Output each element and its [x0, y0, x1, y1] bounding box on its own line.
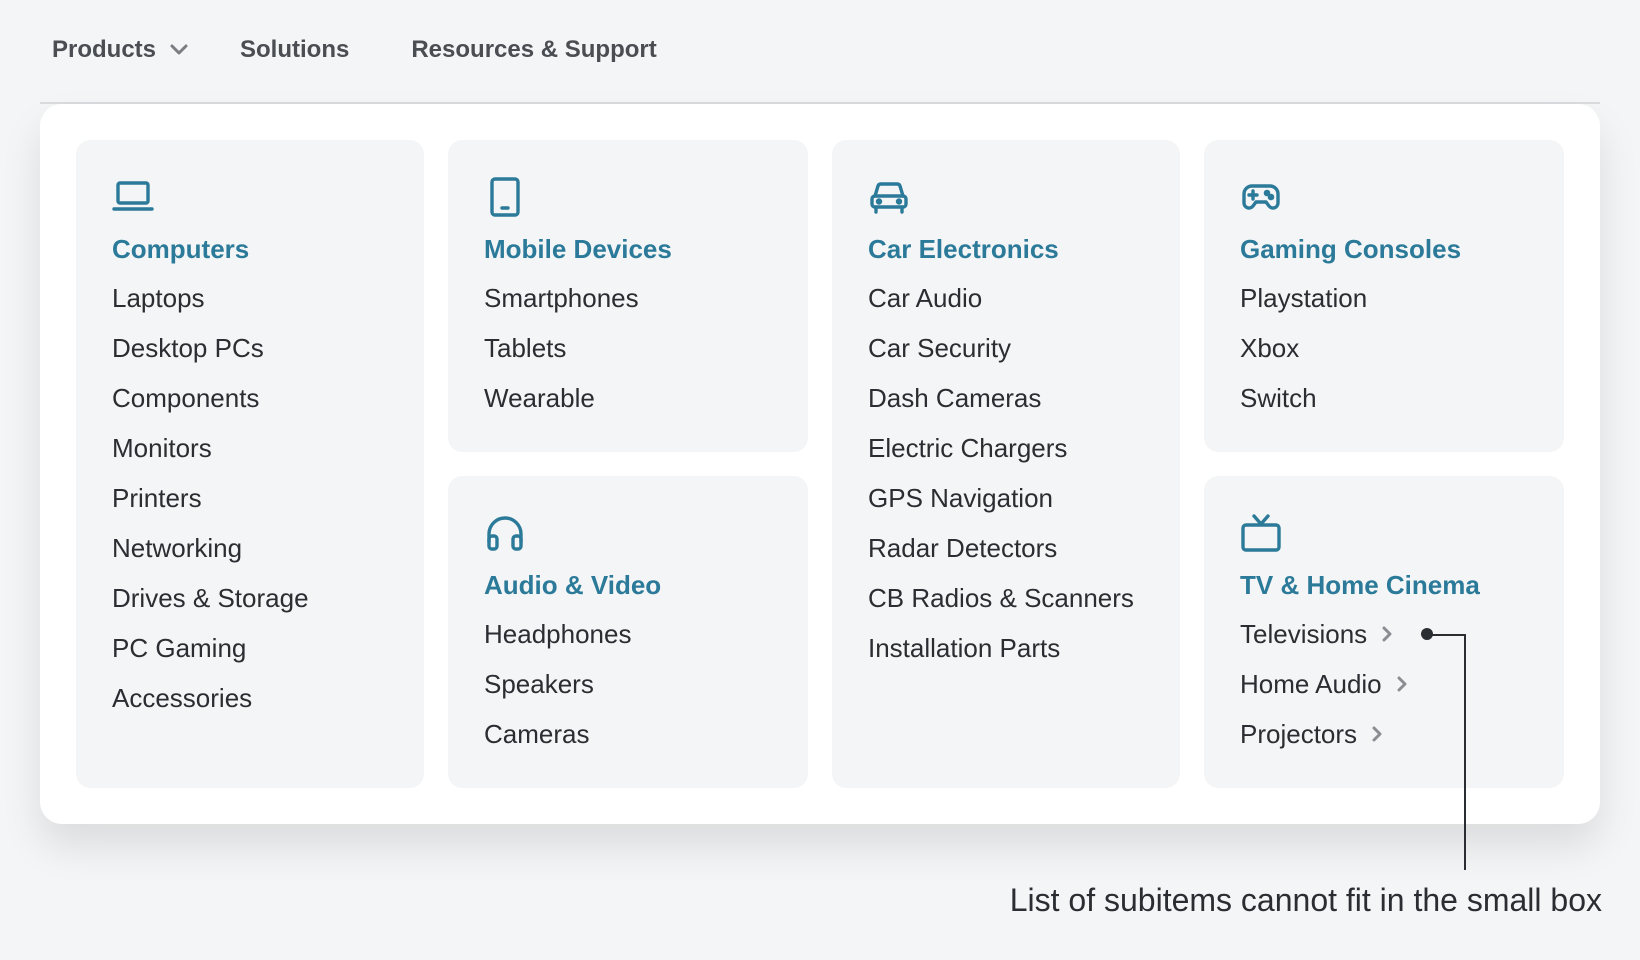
nav-solutions-label: Solutions [240, 36, 350, 63]
category-list-tv-home-cinema: Televisions Home Audio Projectors [1240, 609, 1528, 759]
category-title-gaming-consoles[interactable]: Gaming Consoles [1240, 234, 1528, 265]
list-item[interactable]: Playstation [1240, 273, 1528, 323]
list-item[interactable]: Speakers [484, 659, 772, 709]
category-card-mobile-devices: Mobile Devices Smartphones Tablets Weara… [448, 140, 808, 452]
nav-products-label: Products [52, 36, 157, 63]
car-icon [868, 176, 910, 218]
list-item[interactable]: Dash Cameras [868, 373, 1144, 423]
chevron-right-icon [1381, 625, 1393, 643]
list-item-label: Home Audio [1240, 669, 1382, 699]
category-title-audio-video[interactable]: Audio & Video [484, 570, 772, 601]
list-item[interactable]: Tablets [484, 323, 772, 373]
annotation-text: List of subitems cannot fit in the small… [1009, 882, 1602, 918]
list-item[interactable]: Networking [112, 523, 388, 573]
category-card-computers: Computers Laptops Desktop PCs Components… [76, 140, 424, 788]
category-title-computers[interactable]: Computers [112, 234, 388, 265]
nav-solutions[interactable]: Solutions [240, 36, 349, 64]
category-list-gaming-consoles: Playstation Xbox Switch [1240, 273, 1528, 423]
list-item-label: Televisions [1240, 619, 1368, 649]
list-item[interactable]: Monitors [112, 423, 388, 473]
category-list-car-electronics: Car Audio Car Security Dash Cameras Elec… [868, 273, 1144, 673]
nav-products[interactable]: Products [52, 36, 188, 64]
mega-menu-panel: Computers Laptops Desktop PCs Components… [40, 104, 1600, 824]
list-item[interactable]: Accessories [112, 673, 388, 723]
annotation-dot [1421, 628, 1433, 640]
list-item[interactable]: Laptops [112, 273, 388, 323]
category-card-gaming-consoles: Gaming Consoles Playstation Xbox Switch [1204, 140, 1564, 452]
list-item[interactable]: Xbox [1240, 323, 1528, 373]
top-navigation: Products Solutions Resources & Support [52, 36, 657, 64]
category-title-tv-home-cinema[interactable]: TV & Home Cinema [1240, 570, 1528, 601]
list-item[interactable]: Headphones [484, 609, 772, 659]
list-item[interactable]: Smartphones [484, 273, 772, 323]
list-item-home-audio[interactable]: Home Audio [1240, 659, 1528, 709]
category-card-car-electronics: Car Electronics Car Audio Car Security D… [832, 140, 1180, 788]
list-item[interactable]: Components [112, 373, 388, 423]
list-item[interactable]: Car Audio [868, 273, 1144, 323]
chevron-right-icon [1396, 675, 1408, 693]
category-title-car-electronics[interactable]: Car Electronics [868, 234, 1144, 265]
headphones-icon [484, 512, 526, 554]
list-item-projectors[interactable]: Projectors [1240, 709, 1528, 759]
category-list-mobile-devices: Smartphones Tablets Wearable [484, 273, 772, 423]
nav-resources-support[interactable]: Resources & Support [411, 36, 656, 64]
laptop-icon [112, 176, 154, 218]
category-title-mobile-devices[interactable]: Mobile Devices [484, 234, 772, 265]
list-item[interactable]: PC Gaming [112, 623, 388, 673]
category-card-tv-home-cinema: TV & Home Cinema Televisions Home Audio … [1204, 476, 1564, 788]
list-item[interactable]: Car Security [868, 323, 1144, 373]
list-item[interactable]: Switch [1240, 373, 1528, 423]
list-item-televisions[interactable]: Televisions [1240, 609, 1528, 659]
list-item[interactable]: Wearable [484, 373, 772, 423]
list-item[interactable]: Cameras [484, 709, 772, 759]
nav-resources-label: Resources & Support [411, 36, 657, 63]
chevron-down-icon [170, 44, 188, 56]
tv-icon [1240, 512, 1282, 554]
list-item[interactable]: Drives & Storage [112, 573, 388, 623]
list-item[interactable]: Printers [112, 473, 388, 523]
category-card-audio-video: Audio & Video Headphones Speakers Camera… [448, 476, 808, 788]
category-list-computers: Laptops Desktop PCs Components Monitors … [112, 273, 388, 723]
list-item[interactable]: Radar Detectors [868, 523, 1144, 573]
tablet-icon [484, 176, 526, 218]
gamepad-icon [1240, 176, 1282, 218]
list-item-label: Projectors [1240, 719, 1358, 749]
list-item[interactable]: Desktop PCs [112, 323, 388, 373]
category-list-audio-video: Headphones Speakers Cameras [484, 609, 772, 759]
annotation-connector-line [1428, 634, 1466, 870]
list-item[interactable]: CB Radios & Scanners [868, 573, 1144, 623]
list-item[interactable]: Installation Parts [868, 623, 1144, 673]
list-item[interactable]: GPS Navigation [868, 473, 1144, 523]
list-item[interactable]: Electric Chargers [868, 423, 1144, 473]
chevron-right-icon [1371, 725, 1383, 743]
